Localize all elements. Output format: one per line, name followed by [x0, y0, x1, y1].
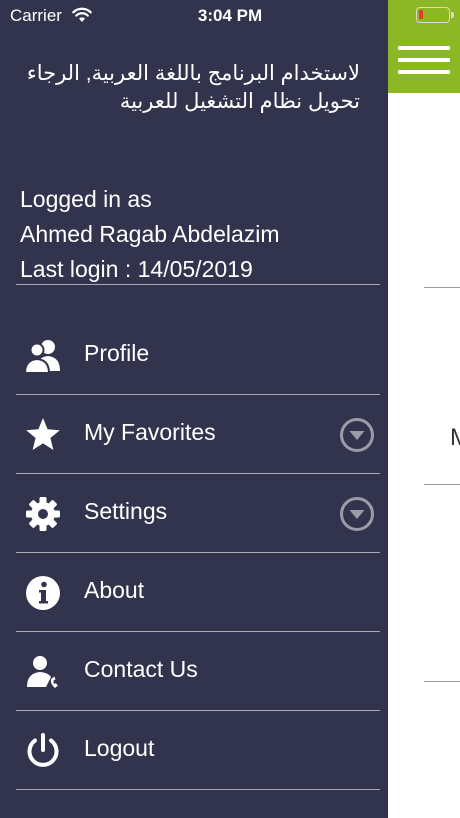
info-icon	[26, 576, 60, 610]
header-divider	[16, 284, 380, 285]
main-divider	[424, 287, 460, 288]
menu-item-label: Profile	[84, 340, 150, 366]
menu-item-label: About	[84, 577, 145, 603]
contact-icon	[27, 656, 58, 688]
menu-item-label: My Favorites	[84, 419, 216, 445]
chevron-down-icon[interactable]	[339, 496, 375, 532]
star-icon	[26, 418, 60, 450]
power-icon	[27, 733, 59, 767]
side-drawer: Carrier لاستخدام البرنامج باللغة العربية…	[0, 0, 388, 818]
main-content-text: M	[450, 424, 460, 452]
menu-item-about[interactable]: About	[0, 553, 388, 632]
main-divider	[424, 484, 460, 485]
login-info: Logged in as Ahmed Ragab Abdelazim Last …	[20, 182, 280, 287]
chevron-down-icon[interactable]	[339, 417, 375, 453]
profile-icon	[24, 340, 60, 374]
menu-item-favorites[interactable]: My Favorites	[0, 395, 388, 474]
menu-item-label: Logout	[84, 735, 155, 761]
user-name: Ahmed Ragab Abdelazim	[20, 221, 280, 247]
menu-item-label: Settings	[84, 498, 168, 524]
last-login: Last login : 14/05/2019	[20, 256, 253, 282]
logged-in-label: Logged in as	[20, 186, 152, 212]
main-screen: M	[388, 0, 460, 818]
hamburger-menu-icon[interactable]	[398, 46, 450, 74]
menu-item-label: Contact Us	[84, 656, 198, 682]
clock: 3:04 PM	[197, 6, 263, 25]
menu-item-contact[interactable]: Contact Us	[0, 632, 388, 711]
gear-icon	[26, 497, 60, 531]
main-divider	[424, 681, 460, 682]
menu-item-profile[interactable]: Profile	[0, 316, 388, 395]
language-notice: لاستخدام البرنامج باللغة العربية, الرجاء…	[26, 62, 360, 113]
menu-item-logout[interactable]: Logout	[0, 711, 388, 790]
menu-item-settings[interactable]: Settings	[0, 474, 388, 553]
menu-divider	[16, 789, 380, 790]
